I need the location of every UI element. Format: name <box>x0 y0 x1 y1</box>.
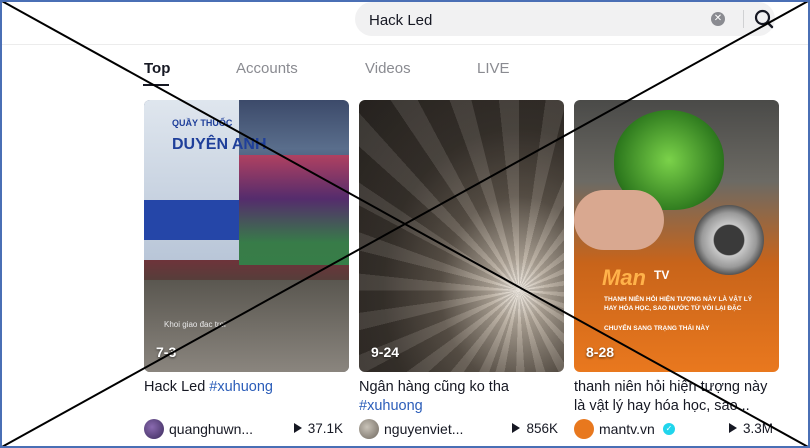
thumb-caption-text: THANH NIÊN HỎI HIỆN TƯỢNG NÀY LÀ VẬT LÝ … <box>604 296 753 312</box>
play-icon <box>512 423 521 433</box>
thumb-caption-text-2: CHUYỂN SANG TRẠNG THÁI NÀY <box>604 325 710 332</box>
username-link[interactable]: mantv.vn <box>599 421 655 437</box>
video-thumbnail[interactable]: QUẦY THUỐC DUYÊN ANH Khoi giao đac troi … <box>144 100 349 372</box>
video-card[interactable]: QUẦY THUỐC DUYÊN ANH Khoi giao đac troi … <box>144 100 349 440</box>
video-meta: mantv.vn ✓ 3.3M <box>574 418 779 440</box>
hashtag-link[interactable]: #xuhuong <box>359 398 423 414</box>
sink-drain <box>694 205 764 275</box>
play-count: 37.1K <box>293 421 343 436</box>
play-count: 856K <box>512 421 558 436</box>
avatar[interactable] <box>144 419 164 439</box>
search-icon <box>754 9 774 29</box>
video-date: 9-24 <box>371 344 400 360</box>
play-icon <box>293 423 302 433</box>
video-title: Ngân hàng cũng ko tha #xuhuong <box>359 378 564 416</box>
light-rays <box>359 100 564 372</box>
blue-sign-strip <box>144 200 239 240</box>
search-divider <box>743 10 744 28</box>
tab-accounts[interactable]: Accounts <box>236 60 298 77</box>
hand <box>574 190 664 250</box>
video-date: 8-28 <box>586 344 615 360</box>
shop-lights <box>239 155 349 265</box>
play-count-value: 856K <box>526 421 558 436</box>
thumb-sign-title: DUYÊN ANH <box>172 136 267 153</box>
video-thumbnail[interactable]: Man TV THANH NIÊN HỎI HIỆN TƯỢNG NÀY LÀ … <box>574 100 779 372</box>
search-input[interactable] <box>367 2 701 38</box>
username-link[interactable]: nguyenviet... <box>384 421 463 437</box>
active-tab-indicator <box>143 84 169 86</box>
thumb-caption-text: Khoi giao đac troi <box>164 320 226 329</box>
avatar[interactable] <box>574 419 594 439</box>
video-card[interactable]: 9-24 Ngân hàng cũng ko tha #xuhuong nguy… <box>359 100 564 440</box>
video-title-text: Hack Led <box>144 379 206 395</box>
video-meta: quanghuwn... 37.1K <box>144 418 349 440</box>
tab-videos[interactable]: Videos <box>365 60 411 77</box>
video-meta: nguyenviet... 856K <box>359 418 564 440</box>
video-card[interactable]: Man TV THANH NIÊN HỎI HIỆN TƯỢNG NÀY LÀ … <box>574 100 779 440</box>
username-link[interactable]: quanghuwn... <box>169 421 253 437</box>
search-bar: ✕ <box>355 2 775 38</box>
video-title: thanh niên hỏi hiện tượng này là vật lý … <box>574 379 768 414</box>
avatar[interactable] <box>359 419 379 439</box>
hashtag-link[interactable]: #xuhuong <box>209 379 273 395</box>
thumb-sign-text: QUẦY THUỐC <box>172 118 233 128</box>
play-count-value: 37.1K <box>307 421 343 436</box>
brand-logo-tv: TV <box>654 268 670 282</box>
brand-logo-man: Man <box>602 265 646 290</box>
header-divider <box>0 44 810 45</box>
play-count: 3.3M <box>728 421 773 436</box>
tab-live[interactable]: LIVE <box>477 60 510 77</box>
video-title: Hack Led #xuhuong <box>144 378 349 416</box>
verified-badge-icon: ✓ <box>663 423 675 435</box>
tab-top[interactable]: Top <box>144 60 170 77</box>
play-count-value: 3.3M <box>742 421 773 436</box>
video-title-text: Ngân hàng cũng ko tha <box>359 379 509 395</box>
video-thumbnail[interactable]: 9-24 <box>359 100 564 372</box>
video-date: 7-3 <box>156 344 177 360</box>
search-button[interactable] <box>753 8 775 30</box>
clear-search-icon[interactable]: ✕ <box>711 12 725 26</box>
play-icon <box>728 423 737 433</box>
